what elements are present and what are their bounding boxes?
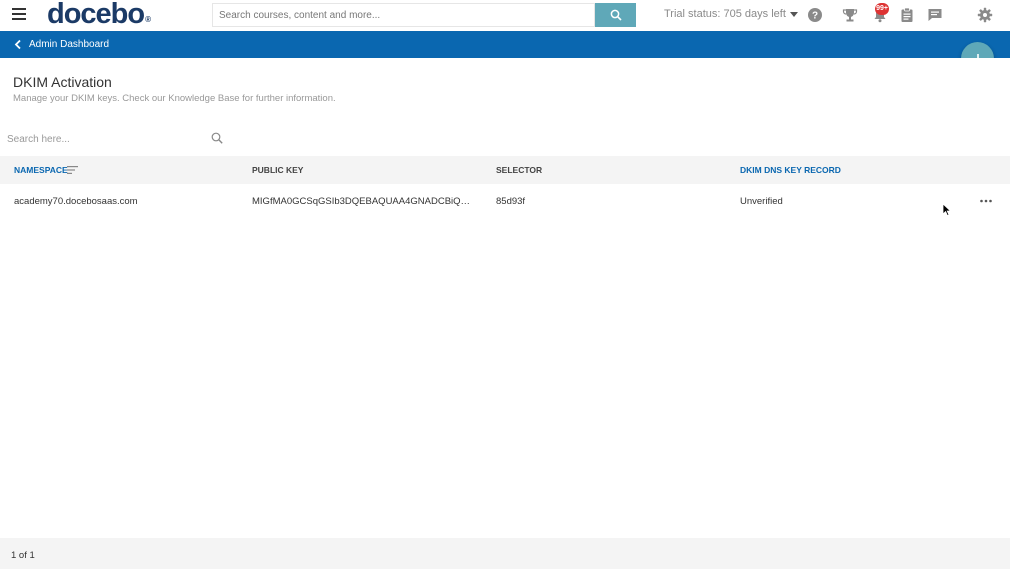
trophy-icon[interactable]: [842, 7, 858, 23]
sort-icon[interactable]: [67, 166, 78, 174]
table-search-input[interactable]: [7, 130, 207, 148]
cell-selector: 85d93f: [496, 196, 526, 207]
admin-nav-bar: Admin Dashboard: [0, 31, 1010, 58]
trial-status-dropdown[interactable]: Trial status: 705 days left: [664, 8, 798, 20]
table-footer: 1 of 1: [0, 538, 1010, 569]
gear-icon[interactable]: [977, 7, 993, 23]
page-title: DKIM Activation: [13, 74, 112, 90]
table-row: academy70.docebosaas.com MIGfMA0GCSqGSIb…: [0, 186, 1010, 218]
trial-days-value: 705 days left: [723, 8, 786, 20]
chevron-left-icon[interactable]: [13, 39, 23, 50]
cell-public-key: MIGfMA0GCSqGSIb3DQEBAQUAA4GNADCBiQKBgQ..…: [252, 196, 474, 207]
table-header: NAMESPACE PUBLIC KEY SELECTOR DKIM DNS K…: [0, 156, 1010, 184]
docebo-logo[interactable]: docebo®: [47, 0, 151, 30]
global-search-button[interactable]: [595, 3, 636, 27]
cell-dns-record: Unverified: [740, 196, 783, 207]
clipboard-icon[interactable]: [899, 7, 915, 23]
search-icon: [610, 9, 622, 21]
more-horizontal-icon[interactable]: [979, 198, 993, 204]
main-content: DKIM Activation Manage your DKIM keys. C…: [0, 58, 1010, 538]
mouse-cursor-icon: [942, 203, 952, 217]
notification-badge: 99+: [875, 3, 889, 15]
menu-icon[interactable]: [12, 8, 26, 20]
cell-namespace: academy70.docebosaas.com: [14, 196, 138, 207]
column-header-selector: SELECTOR: [496, 165, 543, 175]
top-bar: docebo® Trial status: 705 days left ? 99…: [0, 0, 1010, 31]
pagination-label: 1 of 1: [11, 550, 35, 561]
global-search-input[interactable]: [212, 3, 595, 27]
search-icon[interactable]: [211, 132, 223, 144]
admin-dashboard-link[interactable]: Admin Dashboard: [29, 39, 109, 50]
help-icon[interactable]: ?: [807, 7, 823, 23]
column-header-public-key: PUBLIC KEY: [252, 165, 304, 175]
svg-text:?: ?: [812, 11, 818, 22]
column-header-namespace[interactable]: NAMESPACE: [14, 165, 68, 175]
chat-icon[interactable]: [927, 7, 943, 23]
trial-status-label: Trial status:: [664, 8, 721, 20]
page-description: Manage your DKIM keys. Check our Knowled…: [13, 93, 336, 104]
column-header-dns-record[interactable]: DKIM DNS KEY RECORD: [740, 165, 841, 175]
caret-down-icon: [789, 11, 798, 17]
